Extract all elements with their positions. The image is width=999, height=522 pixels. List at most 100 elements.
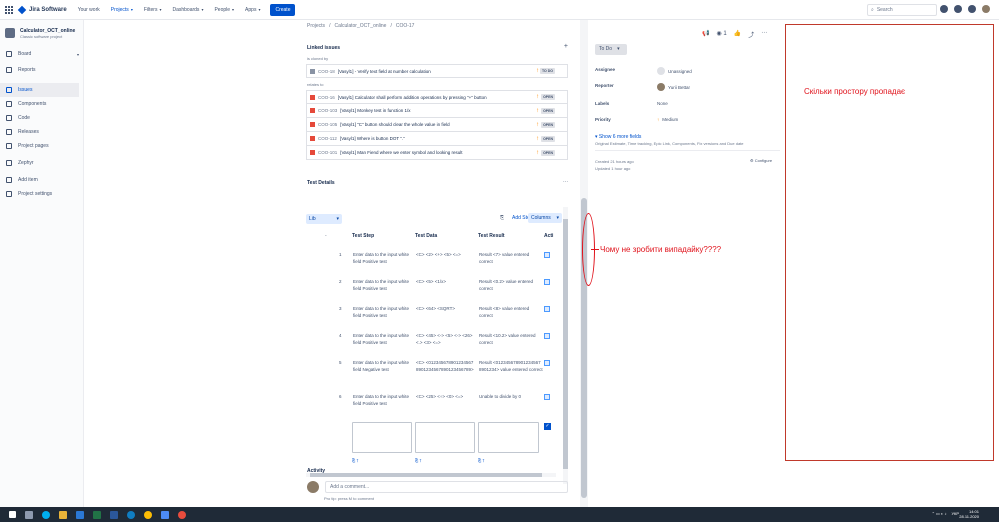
field-priority[interactable]: Priority ↑ Medium: [595, 117, 780, 122]
field-assignee[interactable]: Assignee Unassigned: [595, 67, 780, 75]
attach-step-icon[interactable]: ⎘ ⇡: [352, 458, 358, 463]
create-button[interactable]: Create: [270, 3, 296, 16]
share-icon[interactable]: ⤴: [748, 30, 754, 39]
comment-input[interactable]: Add a comment...: [325, 481, 568, 493]
annotation-space-wasted: Скільки простору пропадає: [804, 87, 906, 96]
breadcrumb-projects[interactable]: Projects: [307, 23, 325, 29]
attach-icon: ⎘: [500, 215, 505, 221]
project-header[interactable]: Calculator_OCT_online Classic software p…: [0, 20, 83, 47]
clone-step-icon[interactable]: [544, 306, 550, 312]
scrollbar-thumb[interactable]: [310, 473, 542, 477]
releases-icon: [6, 129, 12, 135]
vertical-scrollbar[interactable]: [563, 207, 568, 484]
field-reporter[interactable]: Reporter Yurii Bettar: [595, 83, 780, 91]
breadcrumb: Projects / Calculator_OCT_online / COO-1…: [307, 23, 415, 29]
sidebar-item-issues[interactable]: Issues: [0, 83, 79, 97]
breadcrumb-project[interactable]: Calculator_OCT_online: [334, 23, 386, 29]
sort-indicator[interactable]: -: [325, 233, 327, 239]
clock[interactable]: 14:01 28.11.2020: [959, 509, 979, 519]
columns-select[interactable]: Columns ▾: [528, 213, 562, 223]
linked-issue-row[interactable]: COO-18 [Vasyl1] - Verify text field at n…: [306, 64, 568, 78]
pro-tip: Pro tip: press M to comment: [324, 496, 375, 501]
scrollbar-thumb[interactable]: [563, 219, 568, 469]
more-icon[interactable]: ···: [563, 179, 568, 185]
clone-step-icon[interactable]: [544, 360, 550, 366]
top-navigation: Jira Software Your work Projects ▾ Filter…: [0, 0, 999, 20]
components-icon: [6, 101, 12, 107]
library-select[interactable]: Lib ▾: [306, 214, 342, 224]
add-link-icon[interactable]: +: [564, 43, 568, 50]
linked-issue-row[interactable]: COO-16 [Vasyl1] Calculator shall perform …: [306, 90, 568, 104]
folder-icon[interactable]: [59, 510, 67, 519]
breadcrumb-issue-key[interactable]: COO-17: [396, 23, 415, 29]
app-switcher-icon[interactable]: [5, 5, 13, 14]
linked-issue-row[interactable]: COO-105 [Vasyl1] "C" button should clear …: [306, 118, 568, 132]
app-icon[interactable]: [161, 510, 169, 519]
horizontal-scrollbar[interactable]: [306, 473, 556, 477]
nav-dashboards[interactable]: Dashboards ▾: [172, 7, 203, 13]
column-test-result: Test Result: [478, 233, 505, 239]
configure-button[interactable]: ⚙ Configure: [750, 158, 772, 163]
column-test-data: Test Data: [415, 233, 438, 239]
settings-icon[interactable]: [968, 5, 976, 13]
like-icon[interactable]: 👍: [734, 30, 741, 39]
project-sidebar: Calculator_OCT_online Classic software p…: [0, 20, 84, 507]
sidebar-item-project-pages[interactable]: Project pages: [0, 139, 79, 153]
skype-icon[interactable]: [42, 510, 50, 519]
project-type: Classic software project: [20, 34, 63, 39]
attach-result-icon[interactable]: ⎘ ⇡: [478, 458, 484, 463]
clone-step-icon[interactable]: [544, 279, 550, 285]
sidebar-item-zephyr[interactable]: Zephyr: [0, 156, 79, 170]
sidebar-item-releases[interactable]: Releases: [0, 125, 79, 139]
help-icon[interactable]: [954, 5, 962, 13]
show-more-fields-link[interactable]: ▾ Show 6 more fields: [595, 134, 641, 140]
bug-icon: [310, 150, 315, 155]
tray-icons[interactable]: ⌃ ▭ ◐ ♪: [932, 511, 947, 516]
bug-icon: [310, 108, 315, 113]
clone-step-icon[interactable]: [544, 394, 550, 400]
field-labels[interactable]: Labels None: [595, 101, 780, 106]
linked-issue-row[interactable]: COO-101 [Vasyl1] Man Fiend where we enter…: [306, 146, 568, 160]
linked-issue-row[interactable]: COO-103 [Vasyl1] Monkey test in function …: [306, 104, 568, 118]
link-type-relates-to: relates to: [307, 82, 324, 87]
clone-step-icon[interactable]: [544, 252, 550, 258]
linked-issue-row[interactable]: COO-112 [Vasyl1] Where is button DOT "." ↑…: [306, 132, 568, 146]
app-icon[interactable]: [178, 510, 186, 519]
sidebar-item-components[interactable]: Components: [0, 97, 79, 111]
word-icon[interactable]: [110, 510, 118, 519]
new-step-input[interactable]: [352, 422, 412, 453]
megaphone-icon[interactable]: 📢: [702, 30, 709, 39]
sidebar-item-project-settings[interactable]: Project settings: [0, 187, 79, 201]
new-result-input[interactable]: [478, 422, 539, 453]
zephyr-icon: [6, 160, 12, 166]
windows-start-icon[interactable]: [9, 511, 16, 518]
task-view-icon[interactable]: [25, 510, 33, 519]
language-indicator[interactable]: УКР: [951, 511, 959, 516]
search-input[interactable]: ⌕ Search: [867, 4, 937, 16]
clone-step-icon[interactable]: [544, 333, 550, 339]
new-data-input[interactable]: [415, 422, 475, 453]
confirm-step-icon[interactable]: ✓: [544, 423, 551, 430]
status-dropdown[interactable]: To Do ▾: [595, 44, 627, 55]
nav-your-work[interactable]: Your work: [78, 7, 100, 13]
jira-logo[interactable]: Jira Software: [17, 5, 67, 14]
sidebar-item-reports[interactable]: Reports: [0, 63, 79, 77]
nav-filters[interactable]: Filters ▾: [144, 7, 162, 13]
watch-icon[interactable]: ◉ 1: [716, 30, 726, 39]
nav-apps[interactable]: Apps ▾: [245, 7, 260, 13]
notifications-icon[interactable]: [940, 5, 948, 13]
show-more-fields-sub: Original Estimate, Time tracking, Epic L…: [595, 141, 744, 146]
mail-icon[interactable]: [76, 510, 84, 519]
edge-icon[interactable]: [127, 510, 135, 519]
system-tray: ⌃ ▭ ◐ ♪ УКР: [932, 511, 959, 516]
profile-avatar[interactable]: [982, 5, 990, 13]
more-icon[interactable]: ···: [761, 30, 767, 39]
excel-icon[interactable]: [93, 510, 101, 519]
attach-data-icon[interactable]: ⎘ ⇡: [415, 458, 421, 463]
chrome-icon[interactable]: [144, 510, 152, 519]
sidebar-item-board[interactable]: Board ▾: [0, 47, 79, 61]
nav-projects[interactable]: Projects ▾: [111, 7, 133, 13]
nav-people[interactable]: People ▾: [214, 7, 234, 13]
sidebar-item-code[interactable]: Code: [0, 111, 79, 125]
sidebar-item-add-item[interactable]: Add item: [0, 173, 79, 187]
